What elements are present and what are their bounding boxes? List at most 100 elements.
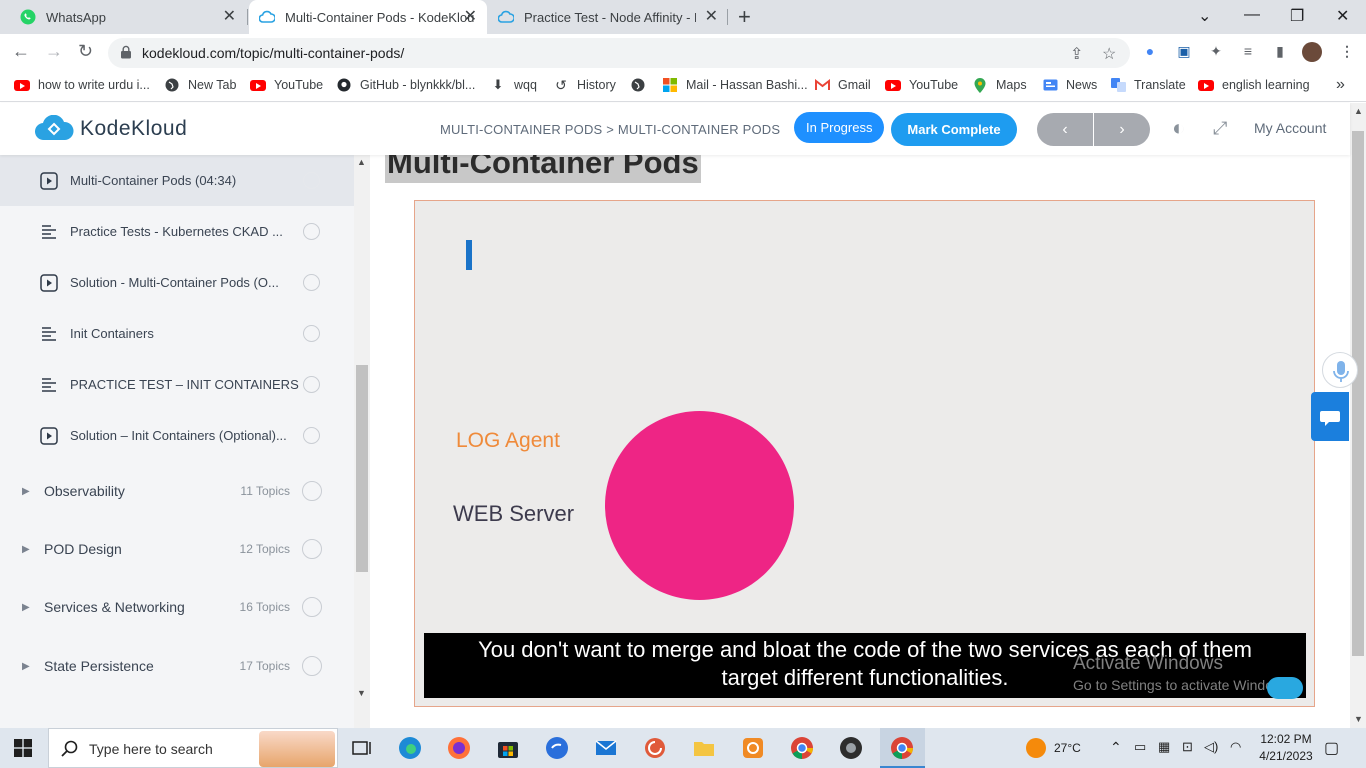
mail-icon[interactable] bbox=[594, 736, 618, 760]
download-extension-icon[interactable]: ▣ bbox=[1175, 43, 1193, 61]
tray-chevron-up-icon[interactable]: ⌃ bbox=[1110, 739, 1122, 756]
forward-arrow-icon[interactable]: → bbox=[45, 41, 63, 62]
microsoft-store-icon[interactable] bbox=[496, 736, 520, 760]
bookmark-item[interactable]: YouTube bbox=[885, 78, 958, 92]
camera-app-icon[interactable] bbox=[839, 736, 863, 760]
voice-input-button[interactable] bbox=[1322, 352, 1358, 388]
bookmark-item[interactable]: Translate bbox=[1110, 78, 1186, 92]
lesson-item[interactable]: Practice Tests - Kubernetes CKAD ... bbox=[0, 206, 354, 257]
browser-menu-icon[interactable]: ⋮ bbox=[1338, 43, 1356, 61]
next-lesson-button[interactable]: › bbox=[1094, 113, 1150, 146]
tab-whatsapp[interactable]: WhatsApp ✕ bbox=[8, 0, 246, 34]
previous-lesson-button[interactable]: ‹ bbox=[1037, 113, 1093, 146]
dark-mode-toggle-icon[interactable]: ◐ bbox=[1172, 115, 1185, 141]
topic-completion-circle[interactable] bbox=[302, 597, 322, 617]
close-window-icon[interactable]: ✕ bbox=[1336, 6, 1349, 26]
bookmark-item[interactable]: ⬇ wqq bbox=[490, 77, 537, 92]
close-tab-icon[interactable]: ✕ bbox=[223, 9, 236, 25]
lesson-completion-circle[interactable] bbox=[303, 274, 320, 291]
lesson-completion-circle[interactable] bbox=[303, 325, 320, 342]
bookmark-item[interactable]: Gmail bbox=[814, 78, 871, 92]
youtube-icon bbox=[14, 78, 30, 92]
bookmark-item[interactable]: ↺ History bbox=[553, 77, 616, 93]
reload-icon[interactable]: ↻ bbox=[78, 41, 93, 62]
volume-icon[interactable]: ◁) bbox=[1204, 739, 1218, 755]
telegram-like-app-icon[interactable] bbox=[545, 736, 569, 760]
new-tab-plus-icon[interactable]: + bbox=[738, 6, 751, 28]
share-icon[interactable]: ⇪ bbox=[1070, 44, 1083, 64]
windows-start-icon[interactable] bbox=[14, 739, 32, 762]
topic-section-observability[interactable]: ▶ Observability 11 Topics bbox=[0, 462, 354, 520]
lesson-completion-circle[interactable] bbox=[303, 223, 320, 240]
chrome-icon[interactable] bbox=[790, 736, 814, 760]
weather-sun-icon[interactable] bbox=[1026, 738, 1046, 758]
kodekloud-logo[interactable]: KodeKloud bbox=[34, 115, 187, 143]
firefox-icon[interactable] bbox=[447, 736, 471, 760]
network-icon[interactable]: ▦ bbox=[1158, 739, 1170, 755]
edge-browser-icon[interactable] bbox=[398, 736, 422, 760]
notification-center-icon[interactable]: ▢ bbox=[1324, 738, 1339, 758]
lesson-item[interactable]: PRACTICE TEST – INIT CONTAINERS bbox=[0, 359, 354, 410]
scroll-down-arrow-icon[interactable]: ▼ bbox=[357, 688, 366, 698]
bookmark-star-icon[interactable]: ☆ bbox=[1102, 44, 1116, 64]
bookmark-item[interactable]: Maps bbox=[972, 77, 1027, 93]
wifi-icon[interactable]: ◠ bbox=[1230, 739, 1241, 755]
tab-multi-container-pods[interactable]: Multi-Container Pods - KodeKlou ✕ bbox=[249, 0, 487, 34]
bookmark-item[interactable]: YouTube bbox=[250, 78, 323, 92]
close-tab-icon[interactable]: ✕ bbox=[464, 9, 477, 25]
bookmark-item[interactable]: Mail - Hassan Bashi... bbox=[662, 78, 808, 92]
shell-app-icon[interactable] bbox=[643, 736, 667, 760]
bookmark-item[interactable]: how to write urdu i... bbox=[14, 78, 150, 92]
device-icon[interactable]: ⊡ bbox=[1182, 739, 1193, 755]
topic-section-state-persistence[interactable]: ▶ State Persistence 17 Topics bbox=[0, 637, 354, 695]
bookmark-item[interactable]: english learning bbox=[1198, 78, 1310, 92]
topic-completion-circle[interactable] bbox=[302, 539, 322, 559]
topic-section-services-networking[interactable]: ▶ Services & Networking 16 Topics bbox=[0, 578, 354, 636]
page-scroll-down-arrow-icon[interactable]: ▼ bbox=[1354, 714, 1363, 724]
side-panel-icon[interactable]: ▮ bbox=[1271, 43, 1289, 61]
profile-avatar[interactable] bbox=[1302, 42, 1322, 62]
bookmarks-overflow-chevron-icon[interactable]: » bbox=[1336, 76, 1345, 94]
page-scroll-thumb[interactable] bbox=[1352, 131, 1364, 656]
clock-date[interactable]: 4/21/2023 bbox=[1254, 749, 1318, 763]
topic-section-pod-design[interactable]: ▶ POD Design 12 Topics bbox=[0, 520, 354, 578]
sidebar-scroll-thumb[interactable] bbox=[356, 365, 368, 572]
bookmark-item[interactable] bbox=[630, 78, 654, 92]
mark-complete-button[interactable]: Mark Complete bbox=[891, 113, 1017, 146]
close-tab-icon[interactable]: ✕ bbox=[705, 9, 718, 25]
lesson-item[interactable]: Solution - Multi-Container Pods (O... bbox=[0, 257, 354, 308]
lesson-completion-circle[interactable] bbox=[303, 376, 320, 393]
file-explorer-icon[interactable] bbox=[692, 736, 716, 760]
address-bar[interactable]: kodekloud.com/topic/multi-container-pods… bbox=[108, 38, 1130, 68]
lesson-completion-circle[interactable] bbox=[303, 427, 320, 444]
battery-icon[interactable]: ▭ bbox=[1134, 739, 1146, 755]
lesson-item[interactable]: Multi-Container Pods (04:34) bbox=[0, 155, 354, 206]
extensions-puzzle-icon[interactable]: ✦ bbox=[1207, 43, 1225, 61]
my-account-link[interactable]: My Account bbox=[1254, 120, 1326, 136]
bookmark-item[interactable]: News bbox=[1042, 78, 1097, 92]
media-queue-icon[interactable]: ≡ bbox=[1239, 43, 1257, 61]
bookmark-item[interactable]: GitHub - blynkkk/bl... bbox=[336, 78, 475, 92]
lesson-completion-circle[interactable] bbox=[303, 172, 320, 189]
chat-widget-button[interactable] bbox=[1311, 392, 1349, 441]
taskbar-search-box[interactable]: Type here to search bbox=[48, 728, 338, 768]
lesson-item[interactable]: Init Containers bbox=[0, 308, 354, 359]
settings-app-icon[interactable] bbox=[741, 736, 765, 760]
bookmark-item[interactable]: New Tab bbox=[164, 78, 236, 92]
microphone-extension-icon[interactable]: ● bbox=[1141, 43, 1159, 61]
chrome-profile-icon[interactable] bbox=[890, 736, 914, 760]
restore-icon[interactable]: ❐ bbox=[1290, 6, 1304, 26]
tab-search-chevron-icon[interactable]: ⌄ bbox=[1198, 6, 1211, 26]
lesson-item[interactable]: Solution – Init Containers (Optional)... bbox=[0, 410, 354, 461]
page-scroll-up-arrow-icon[interactable]: ▲ bbox=[1354, 106, 1363, 116]
topic-completion-circle[interactable] bbox=[302, 481, 322, 501]
task-view-icon[interactable] bbox=[350, 736, 374, 760]
clock-time[interactable]: 12:02 PM bbox=[1254, 732, 1318, 746]
back-arrow-icon[interactable]: ← bbox=[12, 41, 30, 62]
minimize-icon[interactable]: — bbox=[1244, 6, 1260, 24]
video-player[interactable]: LOG Agent WEB Server You don't want to m… bbox=[414, 200, 1315, 707]
topic-completion-circle[interactable] bbox=[302, 656, 322, 676]
tab-practice-test-node-affinity[interactable]: Practice Test - Node Affinity - Ko ✕ bbox=[488, 0, 728, 34]
scroll-up-arrow-icon[interactable]: ▲ bbox=[357, 157, 366, 167]
fullscreen-expand-icon[interactable]: ⤢ bbox=[1213, 118, 1227, 139]
